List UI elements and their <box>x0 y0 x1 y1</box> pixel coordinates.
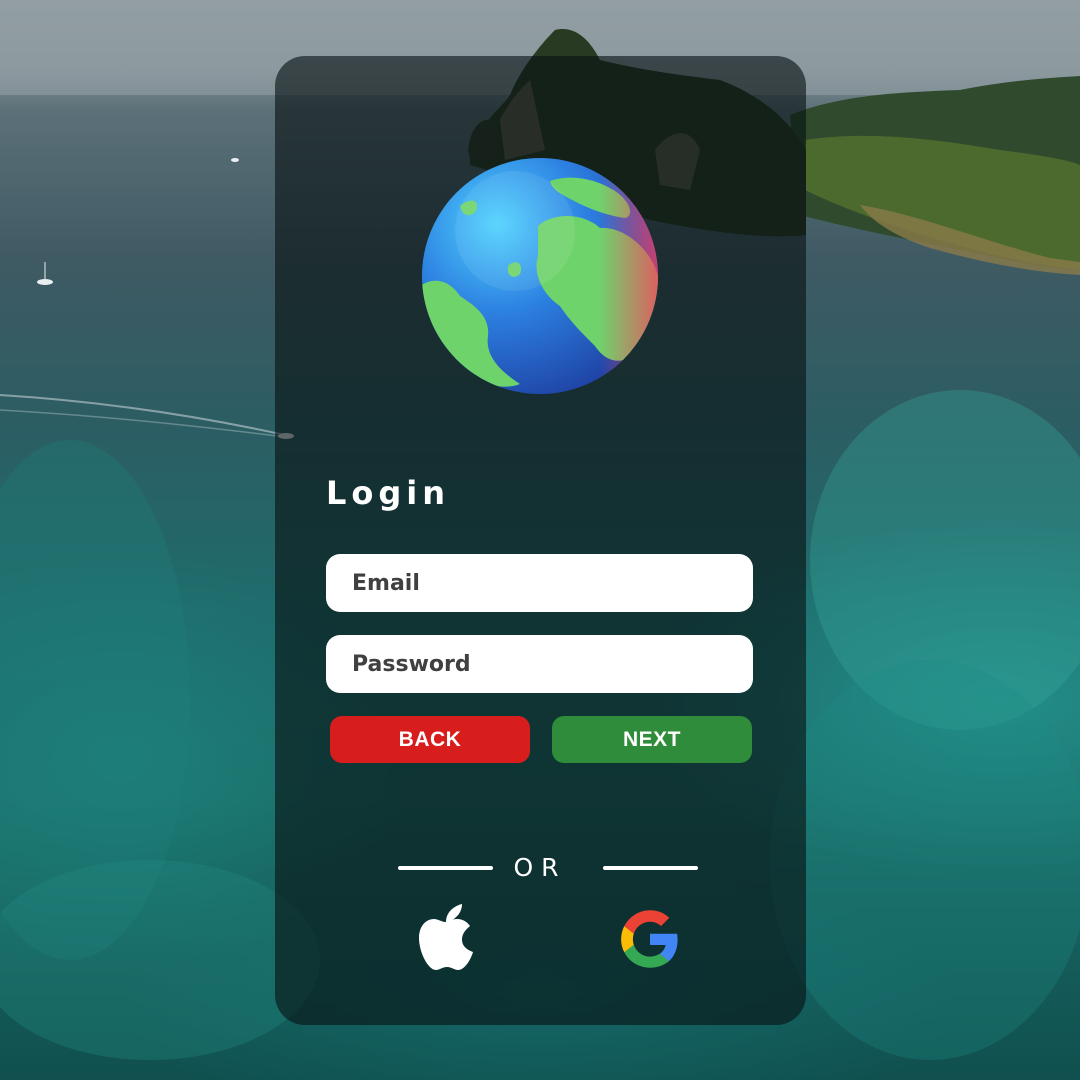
login-title: Login <box>326 474 451 512</box>
login-card: Login BACK NEXT OR <box>275 56 806 1025</box>
apple-icon[interactable] <box>415 904 479 972</box>
globe-icon <box>422 158 658 394</box>
divider-line-right <box>603 866 698 870</box>
back-button[interactable]: BACK <box>330 716 530 763</box>
or-divider-text: OR <box>513 853 567 882</box>
next-button[interactable]: NEXT <box>552 716 752 763</box>
password-field[interactable] <box>326 635 753 693</box>
google-icon[interactable] <box>618 904 682 972</box>
background-scene: Login BACK NEXT OR <box>0 0 1080 1080</box>
email-field[interactable] <box>326 554 753 612</box>
divider-line-left <box>398 866 493 870</box>
